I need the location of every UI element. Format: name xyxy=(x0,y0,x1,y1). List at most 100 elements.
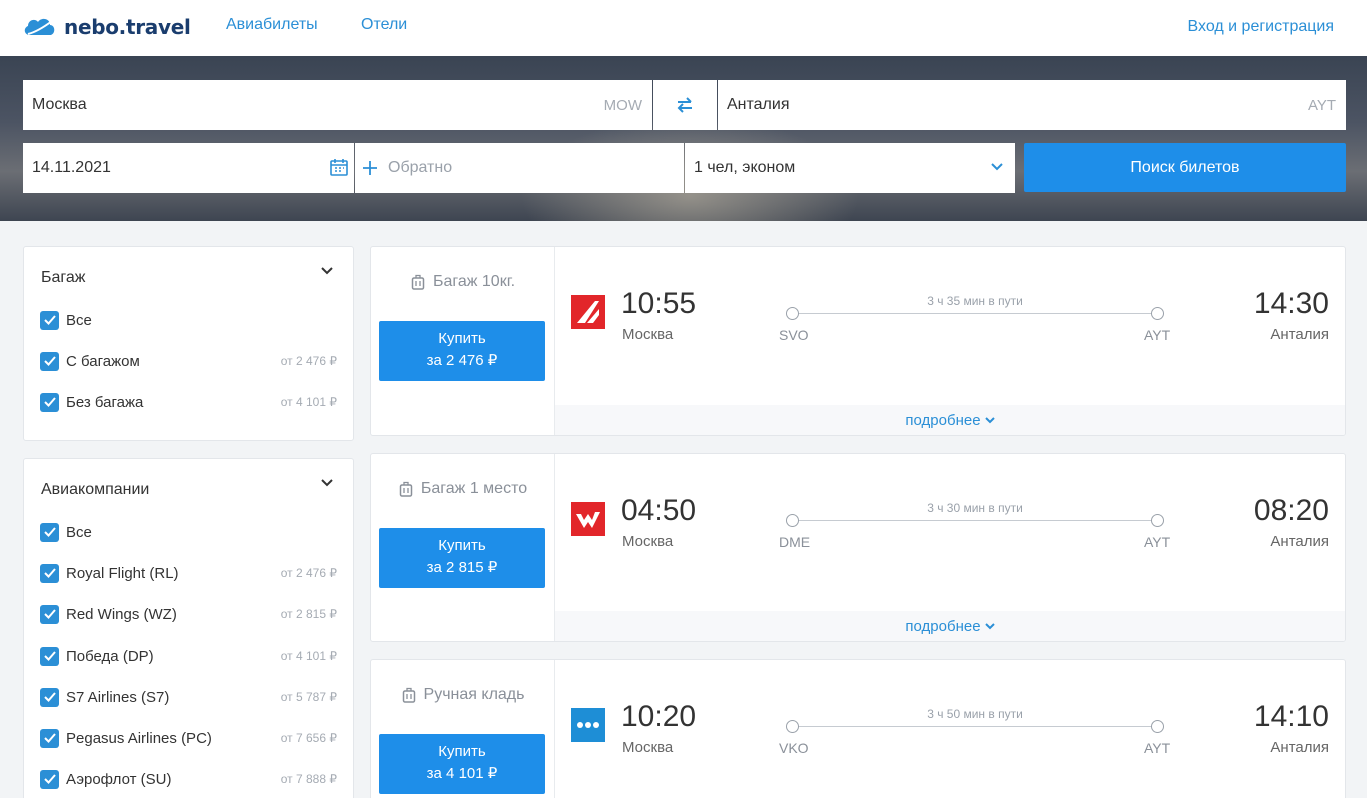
airlines-filter: Авиакомпании Все Royal Flight (RL) от 2 … xyxy=(23,458,354,798)
arrival-time: 14:10 xyxy=(1253,700,1329,733)
arrival-city: Анталия xyxy=(1270,739,1329,756)
airline-option-s7[interactable]: S7 Airlines (S7) от 5 787 ₽ xyxy=(40,686,337,708)
airline-option-dp[interactable]: Победа (DP) от 4 101 ₽ xyxy=(40,645,337,667)
flight-card: Багаж 1 место Купить за 2 815 ₽ 04:50 Мо… xyxy=(370,453,1346,642)
filter-price: от 5 787 ₽ xyxy=(280,690,337,704)
plus-icon xyxy=(363,161,377,175)
buy-label: Купить xyxy=(438,743,486,760)
checkbox-checked[interactable] xyxy=(40,646,59,666)
buy-label: Купить xyxy=(438,330,486,347)
chevron-down-icon[interactable] xyxy=(321,479,333,487)
buy-button[interactable]: Купить за 2 476 ₽ xyxy=(379,321,545,381)
details-link[interactable]: подробнее xyxy=(555,611,1345,641)
calendar-icon[interactable] xyxy=(330,158,348,176)
filter-label: Аэрофлот (SU) xyxy=(66,770,172,788)
card-price-column: Ручная кладь Купить за 4 101 ₽ xyxy=(371,660,555,798)
checkbox-checked[interactable] xyxy=(40,563,59,583)
baggage-filter-title: Багаж xyxy=(41,269,86,286)
checkbox-checked[interactable] xyxy=(40,351,59,371)
suitcase-icon xyxy=(411,274,425,290)
search-panel: Москва MOW Анталия AYT 14.11.2021 Обратн… xyxy=(0,56,1367,221)
cloud-logo-icon xyxy=(24,18,55,35)
checkmark-icon xyxy=(43,568,56,578)
to-code: AYT xyxy=(1307,97,1336,114)
buy-button[interactable]: Купить за 4 101 ₽ xyxy=(379,734,545,794)
chevron-down-icon xyxy=(984,416,995,423)
filter-price: от 2 476 ₽ xyxy=(280,354,337,368)
filter-price: от 2 476 ₽ xyxy=(280,566,337,580)
checkbox-checked[interactable] xyxy=(40,392,59,412)
departure-city: Москва xyxy=(622,326,674,343)
login-register-link[interactable]: Вход и регистрация xyxy=(1188,18,1334,36)
arrival-city: Анталия xyxy=(1270,533,1329,550)
card-price-column: Багаж 1 место Купить за 2 815 ₽ xyxy=(371,454,555,641)
date-field[interactable]: 14.11.2021 xyxy=(23,143,354,193)
airline-option-su[interactable]: Аэрофлот (SU) от 7 888 ₽ xyxy=(40,768,337,790)
checkbox-checked[interactable] xyxy=(40,522,59,542)
baggage-option-without[interactable]: Без багажа от 4 101 ₽ xyxy=(40,391,337,413)
checkmark-icon xyxy=(43,527,56,537)
logo[interactable]: nebo.travel xyxy=(22,12,191,42)
top-header: nebo.travel Авиабилеты Отели Вход и реги… xyxy=(0,0,1367,56)
checkmark-icon xyxy=(43,692,56,702)
baggage-option-with[interactable]: С багажом от 2 476 ₽ xyxy=(40,350,337,372)
details-label: подробнее xyxy=(905,411,981,429)
filter-price: от 4 101 ₽ xyxy=(280,395,337,409)
nav-flights[interactable]: Авиабилеты xyxy=(226,16,318,34)
route-end-dot xyxy=(1151,720,1164,733)
arrival-airport-code: AYT xyxy=(1144,740,1171,756)
airlines-filter-title: Авиакомпании xyxy=(41,481,150,498)
filter-label: Все xyxy=(66,311,92,329)
checkbox-checked[interactable] xyxy=(40,769,59,789)
checkbox-checked[interactable] xyxy=(40,310,59,330)
airline-option-all[interactable]: Все xyxy=(40,521,337,543)
from-city: Москва xyxy=(32,96,87,113)
route-line xyxy=(792,520,1158,521)
filter-label: Royal Flight (RL) xyxy=(66,564,179,582)
baggage-filter: Багаж Все С багажом от 2 476 ₽ Без багаж… xyxy=(23,246,354,441)
filter-label: С багажом xyxy=(66,352,140,370)
nav-hotels[interactable]: Отели xyxy=(361,16,407,34)
date-value: 14.11.2021 xyxy=(32,159,111,176)
checkbox-checked[interactable] xyxy=(40,604,59,624)
return-date-field[interactable]: Обратно xyxy=(355,143,684,193)
checkbox-checked[interactable] xyxy=(40,687,59,707)
checkmark-icon xyxy=(43,609,56,619)
flight-duration: 3 ч 30 мин в пути xyxy=(927,501,1023,515)
chevron-down-icon xyxy=(991,163,1003,171)
airline-option-wz[interactable]: Red Wings (WZ) от 2 815 ₽ xyxy=(40,603,337,625)
red-wings-logo-icon xyxy=(571,502,605,536)
departure-airport-code: VKO xyxy=(779,740,809,756)
buy-price: за 4 101 ₽ xyxy=(426,765,498,782)
baggage-option-all[interactable]: Все xyxy=(40,309,337,331)
route-end-dot xyxy=(1151,307,1164,320)
departure-city: Москва xyxy=(622,533,674,550)
baggage-label: Ручная кладь xyxy=(423,686,525,703)
route-end-dot xyxy=(1151,514,1164,527)
buy-price: за 2 815 ₽ xyxy=(426,559,498,576)
chevron-down-icon[interactable] xyxy=(321,267,333,275)
suitcase-icon xyxy=(402,687,415,703)
airline-option-rl[interactable]: Royal Flight (RL) от 2 476 ₽ xyxy=(40,562,337,584)
arrival-airport-code: AYT xyxy=(1144,327,1171,343)
checkmark-icon xyxy=(43,774,56,784)
swap-button[interactable] xyxy=(653,80,717,130)
to-field[interactable]: Анталия AYT xyxy=(718,80,1346,130)
buy-button[interactable]: Купить за 2 815 ₽ xyxy=(379,528,545,588)
pobeda-logo-icon xyxy=(571,708,605,742)
filter-label: Без багажа xyxy=(66,393,144,411)
filter-label: Победа (DP) xyxy=(66,647,154,665)
details-link[interactable]: подробнее xyxy=(555,405,1345,435)
filter-label: Все xyxy=(66,523,92,541)
departure-time: 10:20 xyxy=(621,700,697,733)
search-tickets-button[interactable]: Поиск билетов xyxy=(1024,143,1346,192)
checkmark-icon xyxy=(43,315,56,325)
checkbox-checked[interactable] xyxy=(40,728,59,748)
departure-airport-code: DME xyxy=(779,534,811,550)
airline-option-pc[interactable]: Pegasus Airlines (PC) от 7 656 ₽ xyxy=(40,727,337,749)
route-line xyxy=(792,726,1158,727)
flight-duration: 3 ч 50 мин в пути xyxy=(927,707,1023,721)
departure-airport-code: SVO xyxy=(779,327,809,343)
from-field[interactable]: Москва MOW xyxy=(23,80,652,130)
passengers-select[interactable]: 1 чел, эконом xyxy=(685,143,1015,193)
